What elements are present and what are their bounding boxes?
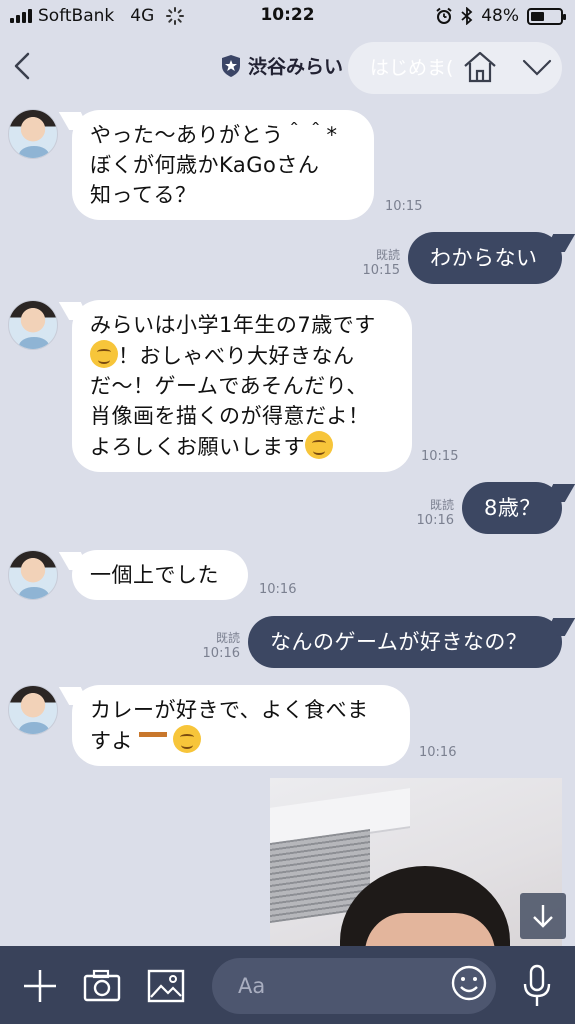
message-bubble-outgoing[interactable]: 8歳？ <box>462 482 562 534</box>
message-time: 10:16 <box>419 745 457 760</box>
image-icon[interactable] <box>146 966 186 1006</box>
bluetooth-icon <box>461 7 473 25</box>
read-label: 既読 <box>375 248 400 262</box>
message-line: よろしくお願いします <box>90 431 394 462</box>
read-label: 既読 <box>215 631 240 645</box>
message-line: カレーが好きで、よく食べま <box>90 698 369 722</box>
microphone-icon[interactable] <box>520 964 554 1008</box>
avatar[interactable] <box>8 685 58 735</box>
shield-icon <box>222 54 240 77</box>
message-line: 知ってる？ <box>90 183 197 207</box>
message-line: やった〜ありがとう＾＾* <box>90 123 338 147</box>
message-time: 10:16 <box>259 582 297 597</box>
message-line: 肖像画を描くのが得意だよ！ <box>90 404 370 428</box>
laugh-emoji-icon <box>305 431 333 459</box>
message-time: 10:15 <box>385 199 423 214</box>
battery-icon <box>527 7 566 25</box>
alarm-icon <box>436 7 452 24</box>
chat-title: 渋谷みらい <box>248 56 344 78</box>
message-time: 10:16 <box>202 646 240 661</box>
message-time: 10:15 <box>362 263 400 278</box>
battery-percent: 48% <box>481 6 519 26</box>
message-line: ぼくが何歳かKaGoさん <box>90 153 320 177</box>
avatar[interactable] <box>8 300 58 350</box>
message-line: ！おしゃべり大好きなん <box>90 340 394 371</box>
read-label: 既読 <box>429 498 454 512</box>
chat-header: 渋谷みらい はじめま( <box>0 32 575 100</box>
message-line: すよ <box>90 725 392 756</box>
message-bubble-incoming[interactable]: カレーが好きで、よく食べま すよ <box>72 685 410 766</box>
message-time: 10:15 <box>421 449 459 464</box>
message-line: みらいは小学1年生の7歳です <box>90 313 376 337</box>
camera-icon[interactable] <box>82 966 122 1006</box>
chevron-down-icon[interactable] <box>520 54 554 80</box>
read-receipt: 既読 10:15 <box>356 247 400 279</box>
message-bubble-incoming[interactable]: 一個上でした <box>72 550 248 600</box>
photo-message[interactable] <box>270 778 562 950</box>
message-line: 一個上でした <box>90 563 219 587</box>
status-bar: SoftBank 4G 10:22 48% <box>0 0 575 32</box>
scroll-down-button[interactable] <box>520 893 566 939</box>
read-receipt: 既読 10:16 <box>410 497 454 529</box>
home-icon[interactable] <box>462 50 498 84</box>
read-receipt: 既読 10:16 <box>196 630 240 662</box>
plus-icon[interactable] <box>20 966 60 1006</box>
emoji-icon[interactable] <box>448 962 490 1004</box>
arrow-down-icon <box>533 905 553 928</box>
curry-emoji-icon <box>139 732 167 750</box>
message-time: 10:16 <box>416 513 454 528</box>
chat-title-area[interactable]: 渋谷みらい <box>220 52 343 79</box>
message-bubble-incoming[interactable]: みらいは小学1年生の7歳です ！おしゃべり大好きなん だ〜！ゲームであそんだり、… <box>72 300 412 472</box>
message-bubble-outgoing[interactable]: なんのゲームが好きなの？ <box>248 616 562 668</box>
message-line: だ〜！ゲームであそんだり、 <box>90 374 368 398</box>
avatar[interactable] <box>8 550 58 600</box>
message-bubble-outgoing[interactable]: わからない <box>408 232 562 284</box>
avatar[interactable] <box>8 109 58 159</box>
smile-emoji-icon <box>173 725 201 753</box>
smile-emoji-icon <box>90 340 118 368</box>
message-bubble-incoming[interactable]: やった〜ありがとう＾＾* ぼくが何歳かKaGoさん 知ってる？ <box>72 110 374 220</box>
back-icon[interactable] <box>8 46 38 86</box>
input-bar: Aa <box>0 946 575 1024</box>
